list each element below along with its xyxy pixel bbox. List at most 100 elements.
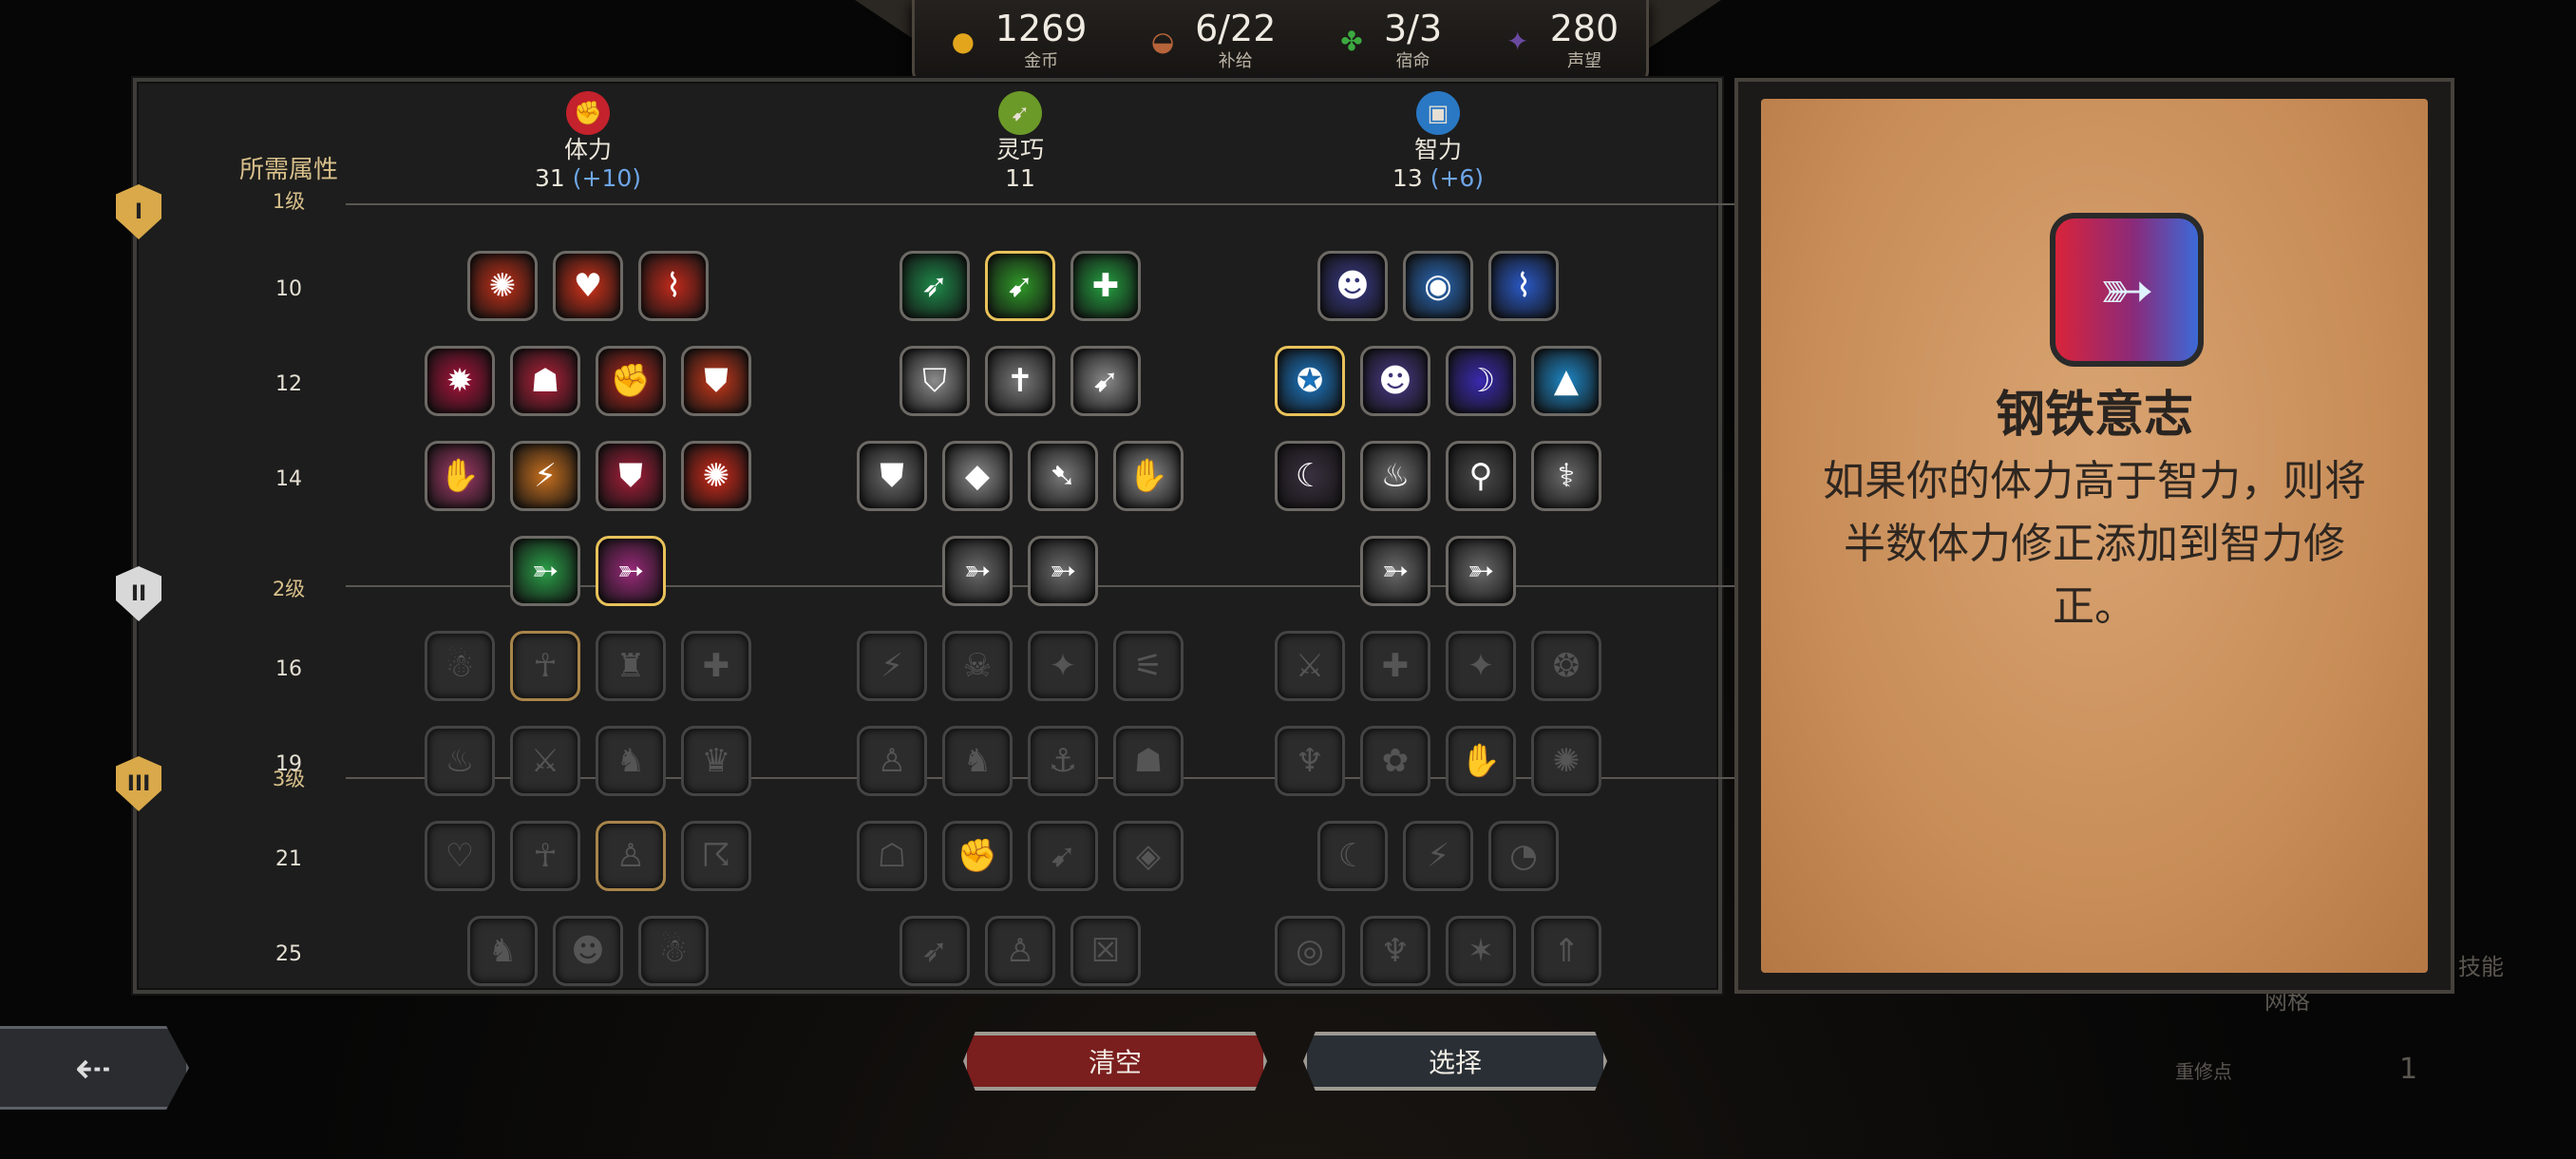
skill-slot-icon[interactable]: ✦ [1446, 631, 1516, 701]
skill-slot-icon[interactable]: ➳ [510, 536, 580, 606]
skill-slot-icon[interactable]: ✚ [1070, 251, 1141, 321]
skill-slot-icon[interactable]: ⛊ [857, 441, 927, 511]
skill-slot-icon[interactable]: ▲ [1531, 346, 1601, 416]
skill-slot-icon[interactable]: ◆ [942, 441, 1013, 511]
skill-slot-icon[interactable]: ⚡ [1403, 821, 1473, 891]
skill-slot-icon[interactable]: ♙ [596, 821, 666, 891]
attribute-header-0: ✊ 体力 31 (+10) [445, 91, 730, 192]
tier-label: 1级 [272, 190, 306, 213]
supply-bag-icon: ◒ [1150, 25, 1175, 57]
skill-slot-icon[interactable]: ☥ [510, 631, 580, 701]
skill-slot-icon[interactable]: ⚔ [510, 726, 580, 796]
skill-slot-icon[interactable]: ✺ [681, 441, 751, 511]
skill-slot-icon[interactable]: ⚡ [857, 631, 927, 701]
skill-slot-icon[interactable]: ✪ [1275, 346, 1345, 416]
skill-slot-icon[interactable]: ✦ [1028, 631, 1098, 701]
skill-slot-icon[interactable]: ⚓ [1028, 726, 1098, 796]
skill-slot-icon[interactable]: ♞ [467, 916, 538, 986]
skill-slot-icon[interactable]: ➹ [1070, 346, 1141, 416]
skill-slot-icon[interactable]: ✝ [985, 346, 1055, 416]
skill-slot-icon[interactable]: ➳ [596, 536, 666, 606]
skill-slot-icon[interactable]: ⛊ [596, 441, 666, 511]
skill-slot-icon[interactable]: ✺ [1531, 726, 1601, 796]
skill-slot-icon[interactable]: ☒ [1070, 916, 1141, 986]
row-level-label: 25 [275, 942, 302, 966]
row-level-label: 14 [275, 467, 302, 491]
skill-slot-icon[interactable]: ✿ [1360, 726, 1430, 796]
skill-slot-icon[interactable]: ⌇ [1488, 251, 1559, 321]
skill-slot-icon[interactable]: ⚡ [510, 441, 580, 511]
skill-slot-icon[interactable]: ❂ [1531, 631, 1601, 701]
skill-slot-icon[interactable]: ♥ [553, 251, 623, 321]
skill-slot-icon[interactable]: ⚕ [1531, 441, 1601, 511]
iron-will-icon: ➳ [2050, 213, 2204, 367]
skill-slot-icon[interactable]: ➹ [985, 251, 1055, 321]
skill-slot-icon[interactable]: ➳ [1360, 536, 1430, 606]
skill-detail-panel: ➳ 钢铁意志 如果你的体力高于智力，则将半数体力修正添加到智力修正。 [1734, 78, 2454, 994]
skill-slot-icon[interactable]: ♜ [596, 631, 666, 701]
skill-slot-icon[interactable]: ✋ [1113, 441, 1184, 511]
skill-slot-icon[interactable]: ♆ [1275, 726, 1345, 796]
skill-slot-icon[interactable]: ⛊ [681, 346, 751, 416]
skill-slot-icon[interactable]: ☻ [553, 916, 623, 986]
resource-label: 宿命 [1395, 51, 1430, 71]
skill-slot-icon[interactable]: ✹ [425, 346, 495, 416]
skill-slot-icon[interactable]: ✋ [1446, 726, 1516, 796]
skill-slot-icon[interactable]: ☻ [1317, 251, 1388, 321]
skill-slot-icon[interactable]: ☥ [510, 821, 580, 891]
skill-slot-icon[interactable]: ➳ [942, 536, 1013, 606]
skill-slot-icon[interactable]: ✋ [425, 441, 495, 511]
skill-slot-icon[interactable]: ◉ [1403, 251, 1473, 321]
skill-slot-icon[interactable]: ◈ [1113, 821, 1184, 891]
selected-skill-name: 钢铁意志 [1995, 387, 2193, 444]
skill-slot-icon[interactable]: ◎ [1275, 916, 1345, 986]
skill-slot-icon[interactable]: ⚲ [1446, 441, 1516, 511]
skill-slot-icon[interactable]: ✚ [681, 631, 751, 701]
skill-slot-icon[interactable]: ☾ [1317, 821, 1388, 891]
skill-slot-icon[interactable]: ♛ [681, 726, 751, 796]
skill-slot-icon[interactable]: ♡ [425, 821, 495, 891]
skill-slot-icon[interactable]: ☃ [425, 631, 495, 701]
skill-slot-icon[interactable]: ➶ [900, 916, 970, 986]
skill-slot-icon[interactable]: ◔ [1488, 821, 1559, 891]
skill-slot-icon[interactable]: ☽ [1446, 346, 1516, 416]
skill-slot-icon[interactable]: ✊ [942, 821, 1013, 891]
resource-value: 280 [1549, 8, 1619, 49]
skill-slot-icon[interactable]: ➳ [1028, 536, 1098, 606]
skill-slot-icon[interactable]: ➹ [1028, 821, 1098, 891]
skill-slot-icon[interactable]: ➶ [900, 251, 970, 321]
skill-slot-icon[interactable]: ⚟ [1113, 631, 1184, 701]
skill-slot-icon[interactable]: ♆ [1360, 916, 1430, 986]
clear-button[interactable]: 清空 [963, 1032, 1267, 1091]
skill-slot-icon[interactable]: ⛉ [900, 346, 970, 416]
skill-slot-icon[interactable]: ♞ [942, 726, 1013, 796]
skill-slot-icon[interactable]: ☗ [510, 346, 580, 416]
skill-slot-icon[interactable]: ☠ [942, 631, 1013, 701]
skill-slot-icon[interactable]: ✺ [467, 251, 538, 321]
skill-slot-icon[interactable]: ☈ [681, 821, 751, 891]
book-icon: ▣ [1416, 91, 1460, 135]
skill-slot-icon[interactable]: ♨ [1360, 441, 1430, 511]
skill-slot-icon[interactable]: ☻ [1360, 346, 1430, 416]
skill-slot-icon[interactable]: ➷ [1028, 441, 1098, 511]
skill-slot-icon[interactable]: ⌇ [638, 251, 709, 321]
skill-slot-icon[interactable]: ☃ [638, 916, 709, 986]
skill-slot-icon[interactable]: ♙ [857, 726, 927, 796]
skill-slot-icon[interactable]: ➳ [1446, 536, 1516, 606]
skill-slot-icon[interactable]: ♨ [425, 726, 495, 796]
skill-slot-icon[interactable]: ⇑ [1531, 916, 1601, 986]
resource-text: 6/22 补给 [1195, 10, 1276, 72]
skill-slot-icon[interactable]: ☗ [1113, 726, 1184, 796]
skill-slot-icon[interactable]: ♞ [596, 726, 666, 796]
skill-slot-icon[interactable]: ♙ [985, 916, 1055, 986]
skill-slot-icon[interactable]: ✶ [1446, 916, 1516, 986]
skill-slot-icon[interactable]: ✊ [596, 346, 666, 416]
skill-slot-icon[interactable]: ☖ [857, 821, 927, 891]
select-button[interactable]: 选择 [1303, 1032, 1607, 1091]
skill-slot-icon[interactable]: ⚔ [1275, 631, 1345, 701]
row-level-label: 21 [275, 847, 302, 871]
skill-slot-icon[interactable]: ☾ [1275, 441, 1345, 511]
back-button[interactable]: ⇠ [0, 1026, 189, 1110]
skill-slot-icon[interactable]: ✚ [1360, 631, 1430, 701]
resource-2: ✤ 3/3 宿命 [1331, 10, 1442, 72]
